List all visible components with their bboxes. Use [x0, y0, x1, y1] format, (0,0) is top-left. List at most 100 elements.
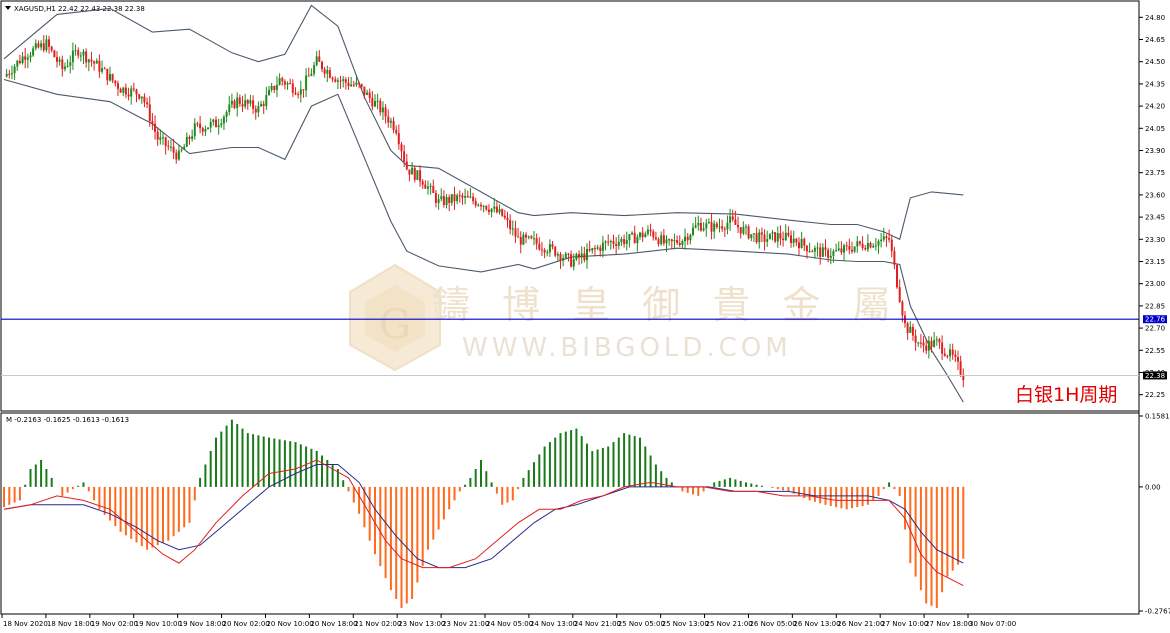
candle-body [684, 236, 686, 242]
candle-body [366, 92, 369, 95]
candle-body [193, 123, 196, 137]
candle-body [755, 233, 758, 243]
candle-body [487, 209, 490, 213]
candle-body [681, 241, 684, 245]
candle-body [230, 100, 233, 105]
candle-body [699, 223, 702, 231]
candle-body [326, 70, 329, 74]
candle-body [169, 146, 172, 148]
candle-body [53, 50, 56, 58]
candle-body [294, 92, 297, 95]
candle-body [493, 206, 496, 209]
candle-body [156, 131, 159, 140]
candle-body [66, 65, 69, 67]
candle-body [445, 197, 448, 205]
candle-body [360, 84, 363, 87]
candle-body [771, 232, 774, 234]
candle-body [387, 116, 390, 123]
candle-body [795, 238, 798, 243]
candle [896, 263, 898, 289]
candle-body [617, 241, 620, 246]
candle-body [305, 75, 308, 91]
candle-body [336, 80, 339, 82]
candle-body [726, 222, 729, 230]
candle-body [927, 340, 930, 351]
candle-body [665, 239, 668, 244]
candle-body [143, 96, 146, 103]
time-tick-label: 24 Nov 13:00 [530, 620, 577, 628]
candle-body [866, 243, 869, 250]
candle-body [265, 95, 268, 106]
candle-body [845, 245, 848, 247]
candle-body [490, 208, 493, 213]
candle-body [517, 236, 520, 238]
candle-body [458, 195, 461, 197]
candle-body [575, 254, 578, 260]
candle-body [132, 88, 135, 90]
candle-body [71, 50, 74, 63]
candle-body [853, 246, 856, 252]
candle-body [816, 247, 819, 249]
candle-body [318, 56, 321, 62]
candle-body [506, 217, 509, 221]
price-tick-label: 24.05 [1145, 125, 1165, 133]
candle-body [747, 226, 750, 239]
candle-body [609, 241, 612, 243]
period-annotation: 白银1H周期 [1015, 384, 1117, 406]
candle-body [752, 233, 755, 235]
candle-body [297, 94, 300, 96]
candle-body [556, 254, 559, 256]
candle-body [768, 233, 771, 240]
candle-body [625, 240, 628, 244]
candle-body [244, 100, 247, 107]
candle-body [586, 249, 588, 261]
candle-body [678, 243, 681, 245]
candle-body [856, 241, 859, 247]
candle-body [530, 236, 533, 239]
macd-tick-label: 0.00 [1145, 483, 1161, 491]
candle-body [146, 102, 149, 105]
candle-body [835, 250, 838, 252]
candle-body [546, 252, 549, 254]
candle-body [13, 66, 16, 74]
candle-body [601, 242, 604, 251]
candle-body [164, 137, 167, 146]
candle-body [654, 237, 657, 240]
candle-body [917, 342, 920, 344]
candle-body [737, 224, 739, 228]
candle-body [331, 77, 334, 80]
candle-body [368, 92, 371, 98]
candle-body [803, 238, 806, 246]
candle-body [101, 68, 103, 72]
candle-body [593, 248, 596, 250]
candle-body [707, 222, 710, 224]
candle-body [58, 59, 61, 62]
candle-body [135, 89, 138, 95]
price-tick-label: 23.30 [1145, 236, 1165, 244]
candle [747, 224, 750, 240]
candle-body [379, 100, 382, 113]
time-axis: 18 Nov 2020 18 Nov 18:0019 Nov 02:0019 No… [1, 614, 1016, 628]
time-tick-label: 23 Nov 13:00 [398, 620, 445, 628]
time-tick-label: 26 Nov 21:00 [837, 620, 884, 628]
candle-body [207, 127, 209, 129]
candle-body [334, 79, 337, 82]
candle-body [246, 100, 249, 104]
candle-body [299, 89, 302, 95]
candle-body [713, 223, 716, 232]
candle-body [254, 108, 257, 113]
candle-body [734, 219, 737, 225]
time-tick-label: 26 Nov 05:00 [749, 620, 796, 628]
candle-body [63, 66, 66, 70]
candle-body [554, 246, 557, 256]
candle-body [427, 186, 429, 189]
candle-body [715, 223, 718, 227]
candle-body [641, 232, 644, 238]
price-tick-label: 24.50 [1145, 58, 1165, 66]
price-tick-label: 22.55 [1145, 347, 1165, 355]
candle-body [644, 233, 647, 238]
time-tick-label: 30 Nov 07:00 [969, 620, 1016, 628]
candle-body [111, 74, 114, 81]
candle-body [911, 326, 914, 336]
time-tick-label: 26 Nov 13:00 [793, 620, 840, 628]
